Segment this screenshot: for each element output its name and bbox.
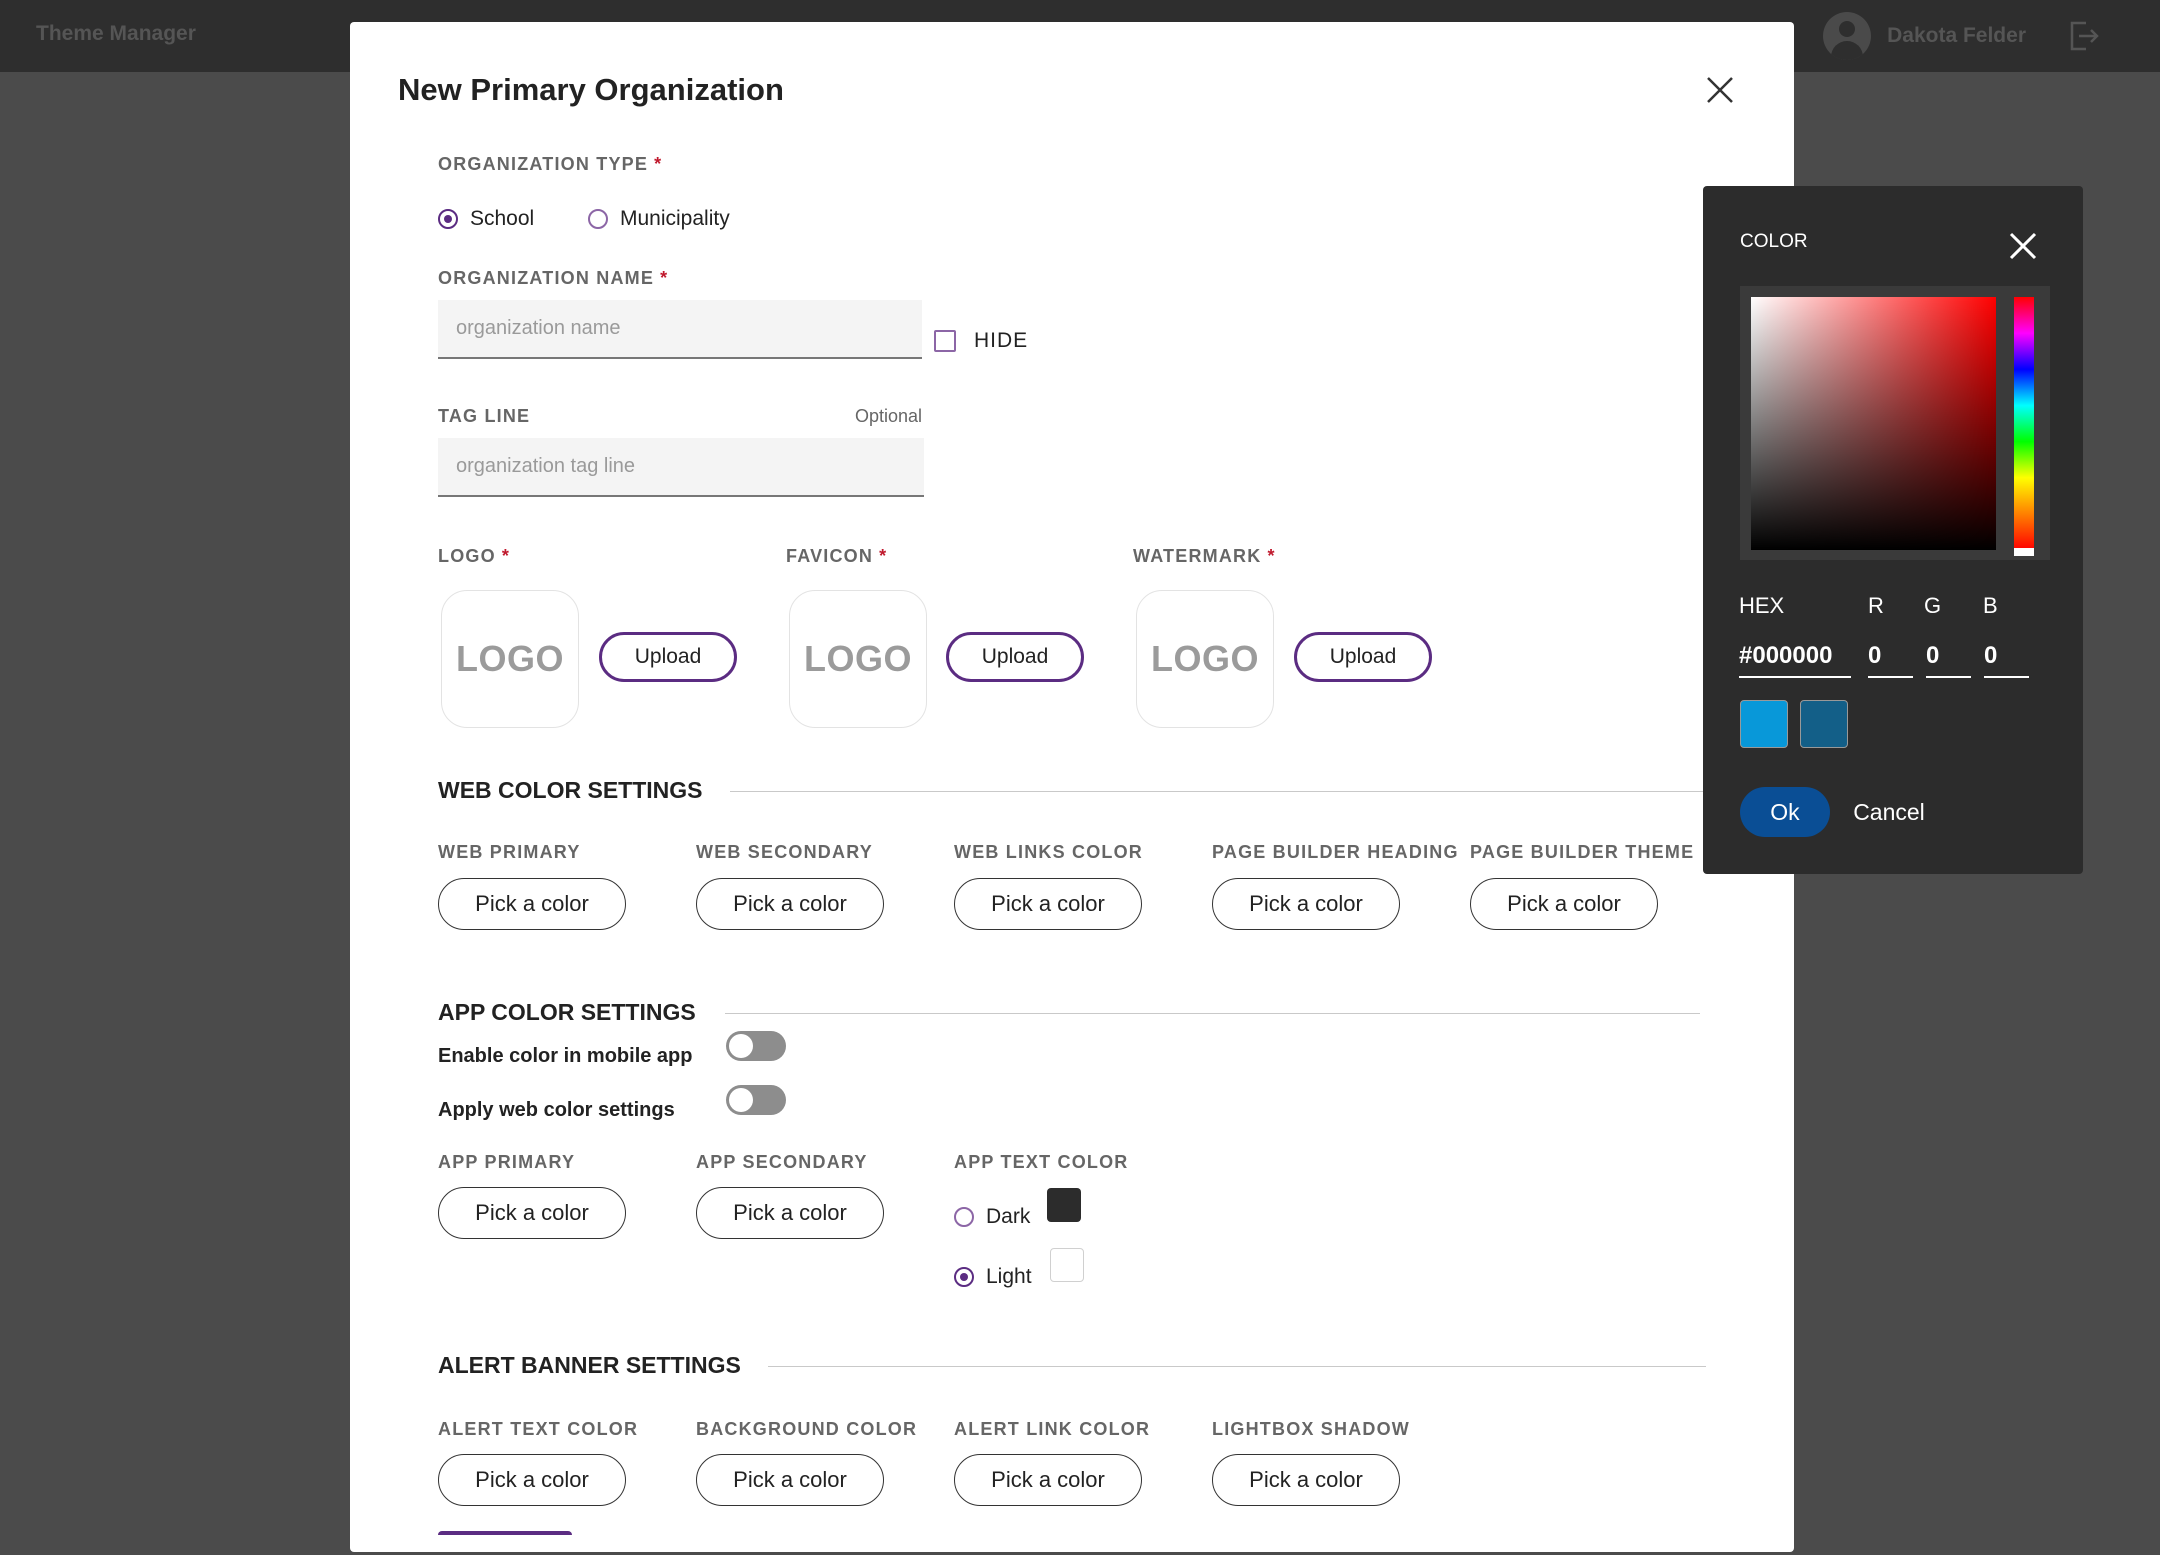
r-input[interactable]: 0: [1868, 642, 1913, 678]
user-name: Dakota Felder: [1887, 24, 2026, 47]
lightbox-shadow-label: LIGHTBOX SHADOW: [1212, 1419, 1410, 1439]
lightbox-shadow-pick-button[interactable]: Pick a color: [1212, 1454, 1400, 1506]
close-icon[interactable]: [1702, 72, 1738, 108]
radio-school-indicator: [438, 209, 458, 229]
app-text-color-label: APP TEXT COLOR: [954, 1152, 1129, 1172]
dark-color-swatch: [1047, 1188, 1081, 1222]
background-color-pick-button[interactable]: Pick a color: [696, 1454, 884, 1506]
section-divider: [730, 791, 1734, 792]
g-input[interactable]: 0: [1926, 642, 1971, 678]
favicon-preview: LOGO: [789, 590, 927, 728]
b-label: B: [1983, 593, 1998, 618]
light-color-swatch: [1050, 1248, 1084, 1282]
app-color-settings-title: APP COLOR SETTINGS: [438, 999, 696, 1025]
app-primary-label: APP PRIMARY: [438, 1152, 576, 1172]
logo-upload-button[interactable]: Upload: [599, 632, 737, 682]
web-secondary-pick-button[interactable]: Pick a color: [696, 878, 884, 930]
color-picker-popup: COLOR HEX R G B #000000 0 0 0 Ok Cancel: [1703, 186, 2083, 874]
tag-line-optional: Optional: [855, 406, 923, 426]
radio-text-light-label: Light: [986, 1265, 1032, 1288]
hue-slider-handle[interactable]: [2014, 548, 2034, 556]
radio-text-dark[interactable]: Dark: [954, 1205, 1030, 1229]
app-secondary-label: APP SECONDARY: [696, 1152, 868, 1172]
radio-municipality-label: Municipality: [620, 207, 730, 230]
org-name-input[interactable]: [438, 300, 922, 359]
b-input[interactable]: 0: [1984, 642, 2029, 678]
recent-color-swatch[interactable]: [1800, 700, 1848, 748]
alert-text-color-label: ALERT TEXT COLOR: [438, 1419, 639, 1439]
web-secondary-label: WEB SECONDARY: [696, 842, 873, 862]
web-primary-label: WEB PRIMARY: [438, 842, 581, 862]
enable-mobile-color-label: Enable color in mobile app: [438, 1045, 693, 1067]
favicon-label: FAVICON *: [786, 546, 888, 566]
radio-municipality-indicator: [588, 209, 608, 229]
recent-color-swatch[interactable]: [1740, 700, 1788, 748]
user-menu[interactable]: Dakota Felder: [1823, 12, 2100, 60]
alert-banner-settings-title: ALERT BANNER SETTINGS: [438, 1352, 741, 1378]
alert-text-color-pick-button[interactable]: Pick a color: [438, 1454, 626, 1506]
web-color-settings-title: WEB COLOR SETTINGS: [438, 777, 703, 803]
section-divider: [725, 1013, 1700, 1014]
enable-mobile-color-toggle[interactable]: [726, 1031, 786, 1061]
cancel-button[interactable]: Cancel: [1839, 787, 1939, 837]
r-label: R: [1868, 593, 1884, 618]
logo-label: LOGO *: [438, 546, 511, 566]
radio-school[interactable]: School: [438, 207, 534, 231]
tag-line-label: TAG LINE: [438, 406, 531, 426]
section-divider: [768, 1366, 1706, 1367]
logo-preview: LOGO: [441, 590, 579, 728]
org-name-label: ORGANIZATION NAME *: [438, 268, 669, 288]
web-primary-pick-button[interactable]: Pick a color: [438, 878, 626, 930]
color-picker-title: COLOR: [1740, 231, 1808, 252]
watermark-label: WATERMARK *: [1133, 546, 1276, 566]
apply-web-colors-toggle[interactable]: [726, 1085, 786, 1115]
app-primary-pick-button[interactable]: Pick a color: [438, 1187, 626, 1239]
radio-text-dark-indicator: [954, 1207, 974, 1227]
new-organization-modal: New Primary Organization ORGANIZATION TY…: [350, 22, 1794, 1552]
favicon-upload-button[interactable]: Upload: [946, 632, 1084, 682]
close-icon[interactable]: [2006, 229, 2040, 263]
page-builder-heading-pick-button[interactable]: Pick a color: [1212, 878, 1400, 930]
hex-label: HEX: [1739, 593, 1785, 618]
radio-text-light[interactable]: Light: [954, 1265, 1032, 1289]
radio-municipality[interactable]: Municipality: [588, 207, 730, 231]
page-builder-theme-label: PAGE BUILDER THEME: [1470, 842, 1695, 862]
alert-link-color-pick-button[interactable]: Pick a color: [954, 1454, 1142, 1506]
web-links-color-label: WEB LINKS COLOR: [954, 842, 1143, 862]
radio-text-dark-label: Dark: [986, 1205, 1031, 1228]
radio-school-label: School: [470, 207, 535, 230]
saturation-value-area[interactable]: [1751, 297, 1996, 550]
logout-icon[interactable]: [2066, 19, 2100, 53]
watermark-preview: LOGO: [1136, 590, 1274, 728]
radio-text-light-indicator: [954, 1267, 974, 1287]
g-label: G: [1924, 593, 1942, 618]
save-button[interactable]: [438, 1531, 572, 1555]
hide-label: HIDE: [974, 329, 1029, 352]
tag-line-input[interactable]: [438, 438, 924, 497]
hide-checkbox[interactable]: HIDE: [934, 329, 1028, 353]
hue-slider[interactable]: [2014, 297, 2034, 550]
alert-link-color-label: ALERT LINK COLOR: [954, 1419, 1151, 1439]
hex-input[interactable]: #000000: [1739, 642, 1851, 678]
avatar-icon: [1823, 12, 1872, 60]
toggle-knob: [729, 1088, 753, 1112]
app-secondary-pick-button[interactable]: Pick a color: [696, 1187, 884, 1239]
modal-title: New Primary Organization: [398, 72, 784, 107]
toggle-knob: [729, 1034, 753, 1058]
watermark-upload-button[interactable]: Upload: [1294, 632, 1432, 682]
page-builder-theme-pick-button[interactable]: Pick a color: [1470, 878, 1658, 930]
org-type-label: ORGANIZATION TYPE *: [438, 154, 663, 174]
page-builder-heading-label: PAGE BUILDER HEADING: [1212, 842, 1459, 862]
background-color-label: BACKGROUND COLOR: [696, 1419, 918, 1439]
apply-web-colors-label: Apply web color settings: [438, 1099, 675, 1121]
web-links-color-pick-button[interactable]: Pick a color: [954, 878, 1142, 930]
hide-checkbox-box: [934, 330, 956, 352]
app-title: Theme Manager: [36, 22, 196, 45]
ok-button[interactable]: Ok: [1740, 787, 1830, 837]
